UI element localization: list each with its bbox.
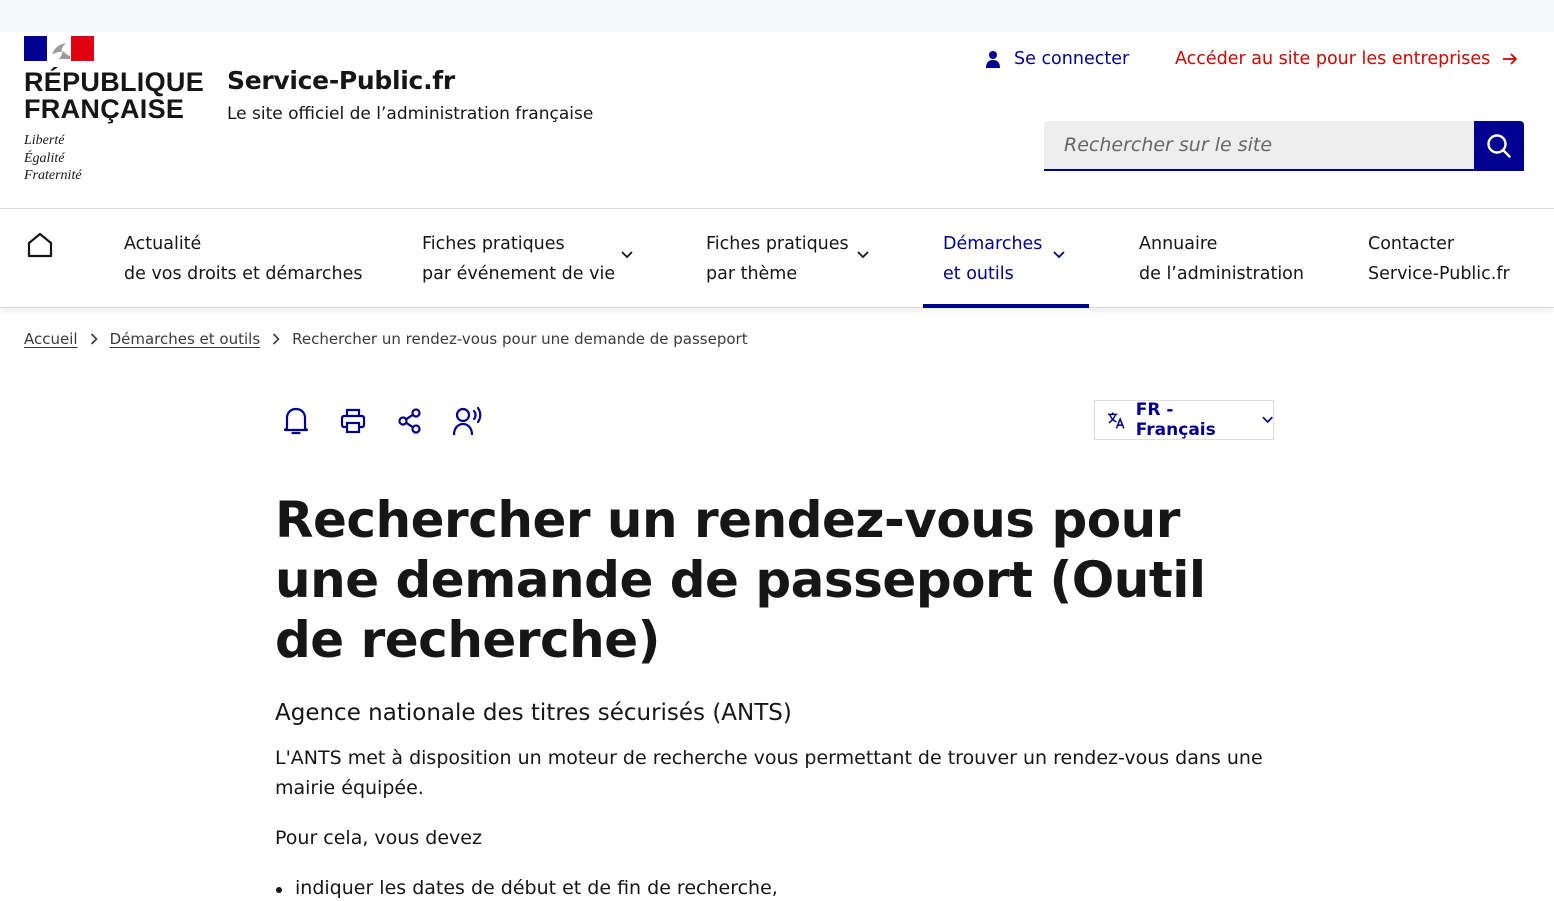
top-strip [0, 0, 1554, 32]
chevron-down-icon [857, 251, 869, 259]
translate-icon [1107, 412, 1125, 429]
page-subtitle: Agence nationale des titres sécurisés (A… [275, 700, 792, 726]
republic-motto: Liberté Égalité Fraternité [24, 133, 82, 183]
enterprise-link-label: Accéder au site pour les entreprises [1175, 49, 1491, 69]
bell-icon[interactable] [280, 404, 312, 438]
nav-item-demarches[interactable]: Démarches et outils [943, 229, 1073, 289]
login-label: Se connecter [1014, 49, 1130, 69]
main-nav: Actualité de vos droits et démarches Fic… [0, 208, 1554, 308]
user-icon [986, 51, 1000, 68]
marianne-flag-icon [24, 36, 94, 61]
listen-icon[interactable] [451, 404, 483, 438]
print-icon[interactable] [337, 404, 369, 438]
breadcrumb-demarches[interactable]: Démarches et outils [110, 330, 261, 348]
home-icon[interactable] [26, 231, 54, 259]
instruction-paragraph: Pour cela, vous devez [275, 827, 482, 849]
list-item: indiquer les dates de début et de fin de… [275, 873, 778, 901]
search-input[interactable] [1044, 121, 1474, 171]
nav-item-actualite[interactable]: Actualité de vos droits et démarches [124, 229, 362, 289]
nav-active-indicator [923, 304, 1089, 308]
nav-item-fiches-evenement[interactable]: Fiches pratiques par événement de vie [422, 229, 637, 289]
breadcrumb: Accueil Démarches et outils Rechercher u… [24, 330, 748, 348]
site-header: RÉPUBLIQUE FRANÇAISE Liberté Égalité Fra… [0, 32, 1554, 208]
site-name[interactable]: Service-Public.fr [227, 66, 455, 95]
republique-francaise-logo[interactable]: RÉPUBLIQUE FRANÇAISE Liberté Égalité Fra… [24, 36, 205, 185]
login-link[interactable]: Se connecter [984, 49, 1129, 69]
arrow-right-icon [1503, 53, 1518, 65]
share-icon[interactable] [394, 404, 426, 438]
language-label: FR - Français [1135, 400, 1216, 440]
chevron-down-icon [1053, 251, 1065, 259]
breadcrumb-home[interactable]: Accueil [24, 330, 78, 348]
chevron-down-icon [621, 251, 633, 259]
enterprise-site-link[interactable]: Accéder au site pour les entreprises [1175, 49, 1518, 69]
site-tagline: Le site officiel de l’administration fra… [227, 104, 594, 124]
breadcrumb-current: Rechercher un rendez-vous pour une deman… [292, 330, 748, 348]
chevron-right-icon [272, 333, 280, 345]
instruction-list: indiquer les dates de début et de fin de… [275, 873, 778, 901]
nav-item-fiches-theme[interactable]: Fiches pratiques par thème [706, 229, 876, 289]
republique-francaise-title: RÉPUBLIQUE FRANÇAISE [24, 67, 205, 124]
page-tools [280, 404, 483, 438]
language-selector[interactable]: FR - Français [1094, 400, 1274, 440]
search-icon [1487, 134, 1511, 158]
site-search [1044, 121, 1524, 171]
chevron-down-icon [1262, 416, 1273, 424]
nav-item-annuaire[interactable]: Annuaire de l’administration [1139, 229, 1304, 289]
chevron-right-icon [90, 333, 98, 345]
nav-item-contacter[interactable]: Contacter Service-Public.fr [1368, 229, 1510, 289]
page-title: Rechercher un rendez-vous pour une deman… [275, 491, 1206, 669]
search-button[interactable] [1474, 121, 1524, 171]
intro-paragraph: L'ANTS met à disposition un moteur de re… [275, 747, 1263, 799]
